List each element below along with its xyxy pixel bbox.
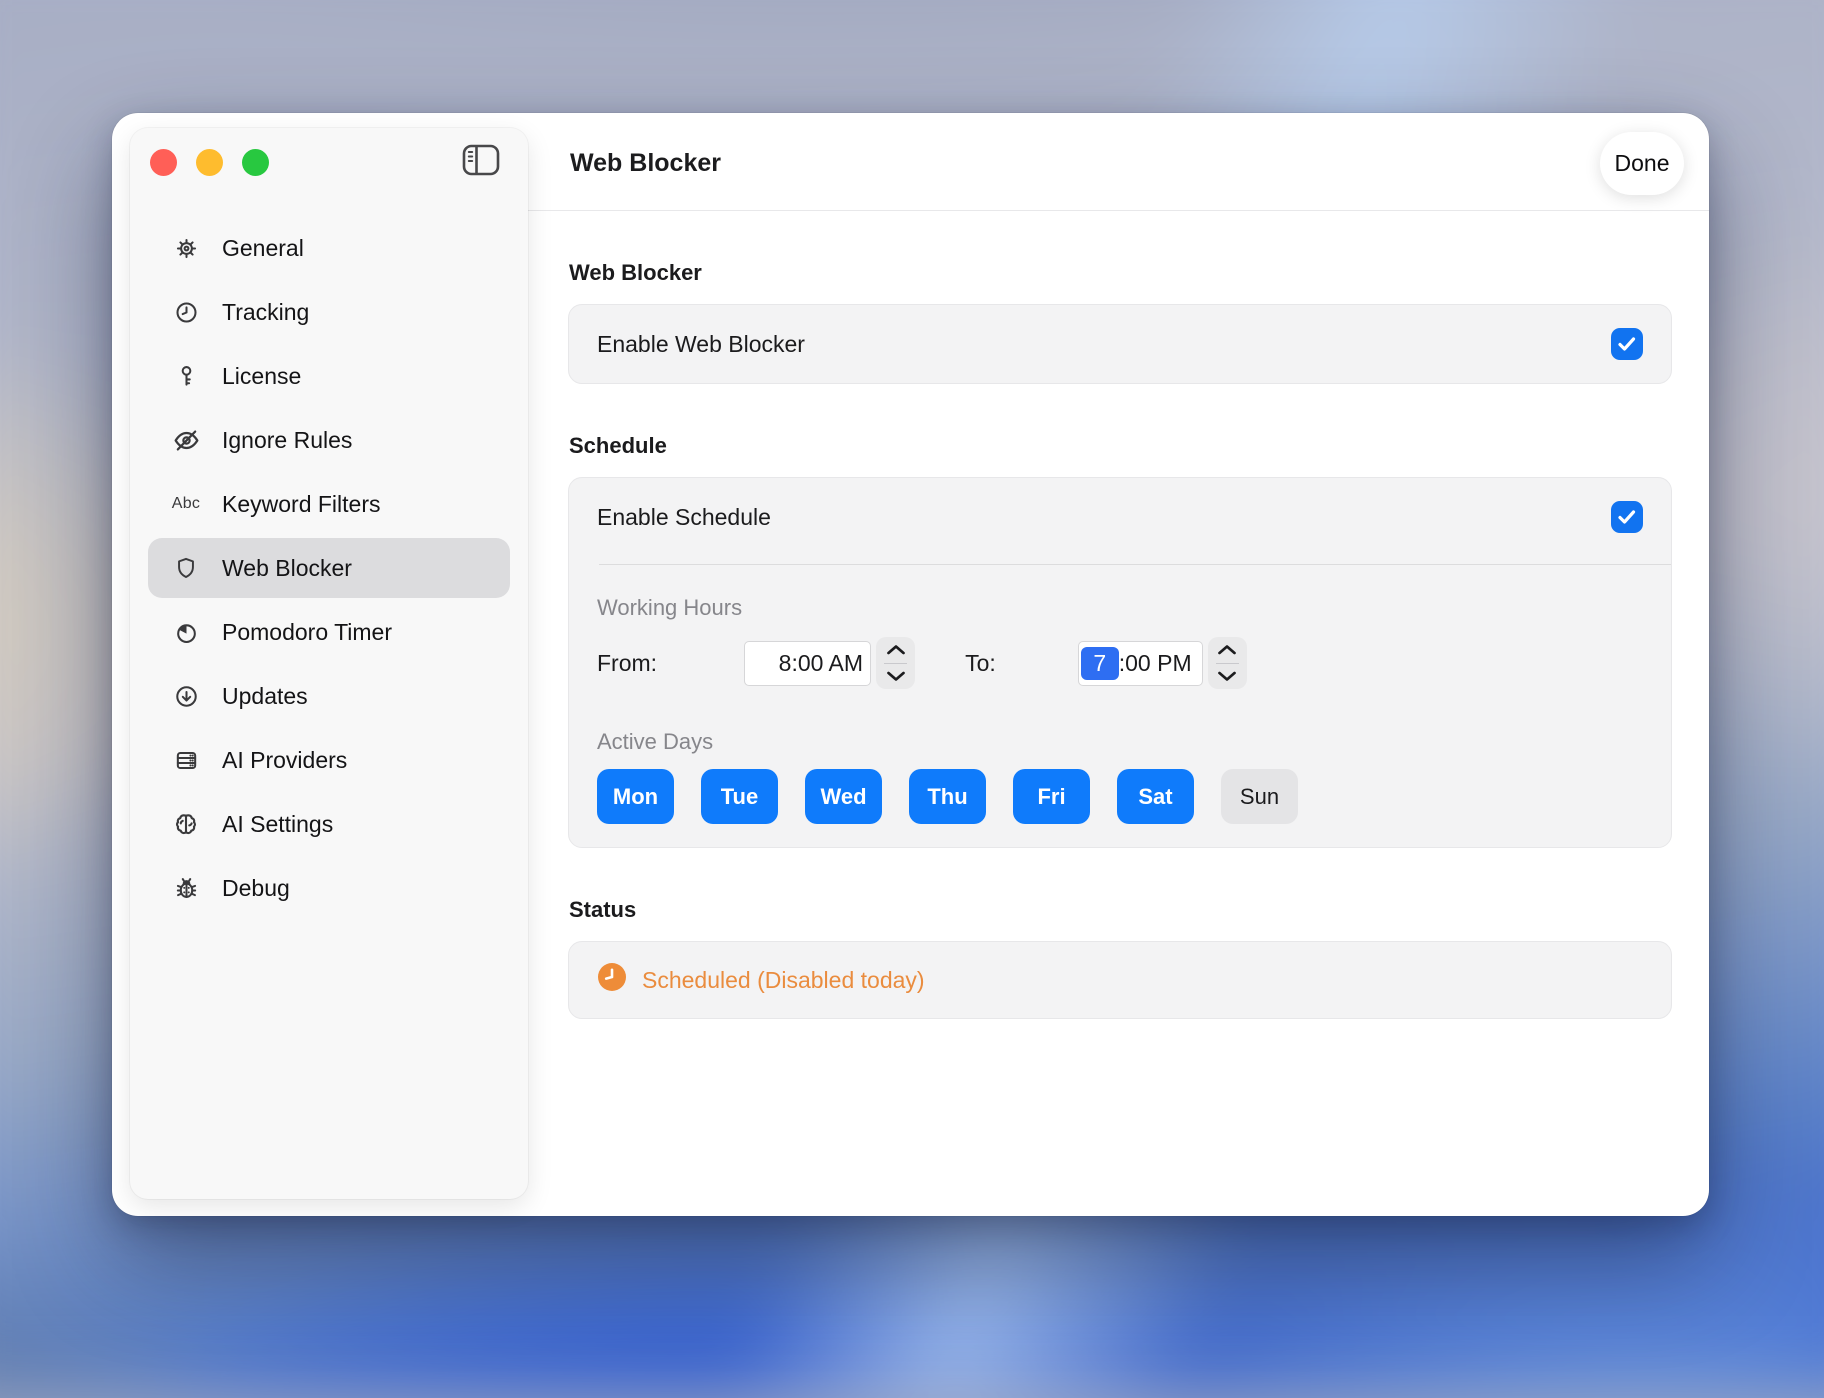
gear-icon [171,233,201,263]
status-text: Scheduled (Disabled today) [642,967,925,994]
to-time-stepper[interactable] [1208,637,1247,689]
chevron-up-icon [886,644,906,655]
from-time-field[interactable]: 8:00 AM [744,641,871,686]
close-window-button[interactable] [150,149,177,176]
working-hours-row: From: 8:00 AM To: 7 :00 PM [597,637,1643,689]
sidebar-toggle-icon [462,144,500,181]
to-time-rest: :00 PM [1119,650,1192,677]
web-blocker-section-heading: Web Blocker [569,260,1672,286]
sidebar-item-debug[interactable]: Debug [148,858,510,918]
web-blocker-card: Enable Web Blocker [568,304,1672,384]
sidebar-item-general[interactable]: General [148,218,510,278]
sidebar-item-ai-providers[interactable]: AI Providers [148,730,510,790]
abc-icon: Abc [171,489,201,519]
enable-web-blocker-label: Enable Web Blocker [597,331,805,358]
day-button-wed[interactable]: Wed [805,769,882,824]
chevron-down-icon [1217,671,1237,682]
arrow-down-circle-icon [171,681,201,711]
done-button[interactable]: Done [1600,132,1684,195]
stepper-divider [884,663,907,664]
schedule-section-heading: Schedule [569,433,1672,459]
status-row: Scheduled (Disabled today) [569,942,1671,1018]
to-time-selected-segment: 7 [1081,647,1119,680]
chevron-down-icon [886,671,906,682]
checkmark-icon [1617,336,1637,352]
settings-window: Web Blocker Done Gen [112,113,1709,1216]
eye-slash-icon [171,425,201,455]
sidebar-item-label: Tracking [222,299,309,326]
zoom-window-button[interactable] [242,149,269,176]
sidebar-nav: General Tracking License Ignore Rules Abc Key… [148,218,510,922]
active-days-row: Mon Tue Wed Thu Fri Sat Sun [597,769,1643,824]
status-section-heading: Status [569,897,1672,923]
schedule-card-divider [599,564,1671,565]
shield-icon [171,553,201,583]
done-button-label: Done [1615,150,1670,177]
sidebar-item-label: AI Providers [222,747,347,774]
sidebar-item-label: Keyword Filters [222,491,380,518]
server-icon [171,745,201,775]
working-hours-label: Working Hours [597,595,1643,621]
day-button-sat[interactable]: Sat [1117,769,1194,824]
enable-web-blocker-row: Enable Web Blocker [569,305,1671,383]
sidebar-item-label: Updates [222,683,308,710]
bug-icon [171,873,201,903]
from-time-stepper[interactable] [876,637,915,689]
page-title: Web Blocker [570,149,721,178]
stepper-divider [1216,663,1239,664]
sidebar-item-ignore-rules[interactable]: Ignore Rules [148,410,510,470]
to-time-field[interactable]: 7 :00 PM [1078,641,1203,686]
sidebar-item-label: Pomodoro Timer [222,619,392,646]
key-icon [171,361,201,391]
sidebar-item-tracking[interactable]: Tracking [148,282,510,342]
clock-status-icon [597,962,627,998]
traffic-lights [150,149,269,176]
sidebar-item-pomodoro-timer[interactable]: Pomodoro Timer [148,602,510,662]
sidebar-item-label: License [222,363,301,390]
checkmark-icon [1617,509,1637,525]
sidebar-item-label: Ignore Rules [222,427,352,454]
sidebar-item-label: AI Settings [222,811,333,838]
sidebar-item-label: Web Blocker [222,555,352,582]
day-button-sun[interactable]: Sun [1221,769,1298,824]
chevron-up-icon [1217,644,1237,655]
timer-icon [171,617,201,647]
from-label: From: [597,650,657,677]
schedule-card: Enable Schedule Working Hours From: 8:00… [568,477,1672,848]
enable-schedule-row: Enable Schedule [569,478,1671,556]
enable-web-blocker-checkbox[interactable] [1611,328,1643,360]
sidebar-toggle-button[interactable] [462,146,500,178]
to-label: To: [965,650,996,677]
day-button-mon[interactable]: Mon [597,769,674,824]
day-button-tue[interactable]: Tue [701,769,778,824]
enable-schedule-label: Enable Schedule [597,504,771,531]
sidebar-item-updates[interactable]: Updates [148,666,510,726]
day-button-fri[interactable]: Fri [1013,769,1090,824]
sidebar-item-ai-settings[interactable]: AI Settings [148,794,510,854]
clock-icon [171,297,201,327]
sidebar-item-label: General [222,235,304,262]
status-card: Scheduled (Disabled today) [568,941,1672,1019]
sidebar-item-label: Debug [222,875,290,902]
sidebar-item-keyword-filters[interactable]: Abc Keyword Filters [148,474,510,534]
minimize-window-button[interactable] [196,149,223,176]
enable-schedule-checkbox[interactable] [1611,501,1643,533]
brain-icon [171,809,201,839]
day-button-thu[interactable]: Thu [909,769,986,824]
sidebar-item-web-blocker[interactable]: Web Blocker [148,538,510,598]
main-content: Web Blocker Enable Web Blocker Schedule … [528,211,1709,1216]
sidebar: General Tracking License Ignore Rules Abc Key… [130,128,528,1199]
from-time-value: 8:00 AM [779,650,863,677]
active-days-label: Active Days [597,729,1643,755]
sidebar-item-license[interactable]: License [148,346,510,406]
